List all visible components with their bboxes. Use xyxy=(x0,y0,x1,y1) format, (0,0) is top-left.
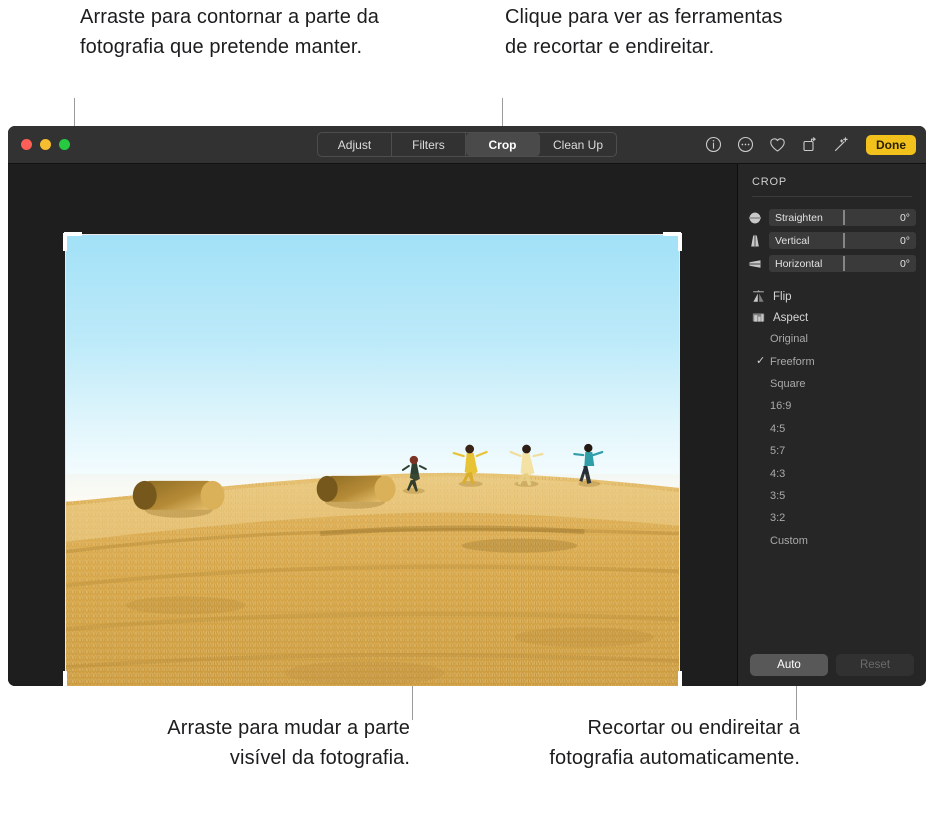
tab-adjust[interactable]: Adjust xyxy=(318,133,392,156)
horizontal-slider-track[interactable]: Horizontal 0° xyxy=(769,255,916,272)
crop-handle-top-left[interactable] xyxy=(63,233,67,251)
flip-icon xyxy=(752,290,765,303)
aspect-option-freeform[interactable]: ✓ Freeform xyxy=(738,350,926,372)
crop-handle-top-right[interactable] xyxy=(678,233,682,251)
aspect-option-label: 5:7 xyxy=(770,445,786,458)
aspect-option-label: 3:5 xyxy=(770,489,786,502)
aspect-option-label: 16:9 xyxy=(770,400,792,413)
panel-title: CROP xyxy=(752,176,787,188)
auto-button[interactable]: Auto xyxy=(750,654,828,676)
aspect-check-freeform: ✓ xyxy=(756,355,766,368)
callout-move-visible-part: Arraste para mudar a parte visível da fo… xyxy=(167,717,410,769)
straighten-label: Straighten xyxy=(775,211,823,224)
aspect-label: Aspect xyxy=(773,311,809,324)
straighten-value: 0° xyxy=(899,211,910,224)
aspect-option-4-3[interactable]: 4:3 xyxy=(738,462,926,484)
tab-clean-up[interactable]: Clean Up xyxy=(540,133,616,156)
edit-mode-tabs[interactable]: Adjust Filters Crop Clean Up xyxy=(316,132,618,157)
more-options-icon[interactable] xyxy=(736,136,754,154)
photo-image xyxy=(66,235,679,686)
aspect-option-square[interactable]: Square xyxy=(738,373,926,395)
aspect-row[interactable]: Aspect xyxy=(738,307,926,328)
vertical-perspective-icon xyxy=(748,234,762,248)
aspect-option-original[interactable]: Original xyxy=(738,328,926,350)
slider-horizontal[interactable]: Horizontal 0° xyxy=(738,255,926,272)
aspect-option-label: Original xyxy=(770,333,808,346)
aspect-option-3-2[interactable]: 3:2 xyxy=(738,507,926,529)
aspect-option-3-5[interactable]: 3:5 xyxy=(738,485,926,507)
aspect-option-label: 3:2 xyxy=(770,512,786,525)
callout-crop-outline: Arraste para contornar a parte da fotogr… xyxy=(80,6,380,58)
panel-divider xyxy=(752,196,912,197)
vertical-slider-track[interactable]: Vertical 0° xyxy=(769,232,916,249)
favorite-heart-icon[interactable] xyxy=(768,136,786,154)
help-illustration: Arraste para contornar a parte da fotogr… xyxy=(0,0,934,819)
aspect-option-label: 4:3 xyxy=(770,467,786,480)
straighten-icon xyxy=(748,211,762,225)
vertical-slider-knob[interactable] xyxy=(842,233,845,248)
titlebar-actions: Done xyxy=(704,126,916,163)
rotate-icon[interactable] xyxy=(800,136,818,154)
tab-filters[interactable]: Filters xyxy=(392,133,466,156)
aspect-options-list: Original ✓ Freeform Square 16:9 4:5 5:7 … xyxy=(738,328,926,552)
horizontal-perspective-icon xyxy=(748,257,762,271)
horizontal-value: 0° xyxy=(899,257,910,270)
flip-label: Flip xyxy=(773,290,792,303)
panel-footer: Auto Reset xyxy=(738,654,926,676)
crop-frame[interactable] xyxy=(63,232,682,686)
crop-handle-bottom-left[interactable] xyxy=(63,671,67,686)
aspect-option-label: Freeform xyxy=(770,355,815,368)
aspect-option-label: 4:5 xyxy=(770,422,786,435)
reset-button[interactable]: Reset xyxy=(836,654,914,676)
aspect-option-label: Custom xyxy=(770,534,808,547)
done-button[interactable]: Done xyxy=(866,134,916,155)
vertical-label: Vertical xyxy=(775,234,810,247)
crop-handle-bottom-right[interactable] xyxy=(678,671,682,686)
aspect-option-4-5[interactable]: 4:5 xyxy=(738,418,926,440)
aspect-icon xyxy=(752,311,765,324)
flip-row[interactable]: Flip xyxy=(738,286,926,307)
close-window-button[interactable] xyxy=(21,139,32,150)
horizontal-slider-knob[interactable] xyxy=(842,256,845,271)
window-titlebar: Adjust Filters Crop Clean Up Done xyxy=(8,126,926,164)
slider-vertical[interactable]: Vertical 0° xyxy=(738,232,926,249)
window-body: CROP Straighten 0° Vertical 0° Horizonta… xyxy=(8,164,926,686)
photos-app-window: Adjust Filters Crop Clean Up Done CROP S… xyxy=(8,126,926,686)
straighten-slider-track[interactable]: Straighten 0° xyxy=(769,209,916,226)
horizontal-label: Horizontal xyxy=(775,257,823,270)
traffic-light-buttons xyxy=(21,139,70,150)
callout-auto-crop: Recortar ou endireitar a fotografia auto… xyxy=(549,717,800,769)
aspect-option-label: Square xyxy=(770,377,806,390)
slider-straighten[interactable]: Straighten 0° xyxy=(738,209,926,226)
zoom-window-button[interactable] xyxy=(59,139,70,150)
aspect-option-16-9[interactable]: 16:9 xyxy=(738,395,926,417)
photo-canvas[interactable] xyxy=(8,164,737,686)
crop-panel: CROP Straighten 0° Vertical 0° Horizonta… xyxy=(737,164,926,686)
vertical-value: 0° xyxy=(899,234,910,247)
aspect-option-custom[interactable]: Custom xyxy=(738,530,926,552)
magic-wand-icon[interactable] xyxy=(832,136,850,154)
minimize-window-button[interactable] xyxy=(40,139,51,150)
straighten-slider-knob[interactable] xyxy=(842,210,845,225)
callout-crop-tools: Clique para ver as ferramentas de recort… xyxy=(505,6,783,58)
tab-crop[interactable]: Crop xyxy=(465,133,540,156)
info-icon[interactable] xyxy=(704,136,722,154)
aspect-option-5-7[interactable]: 5:7 xyxy=(738,440,926,462)
